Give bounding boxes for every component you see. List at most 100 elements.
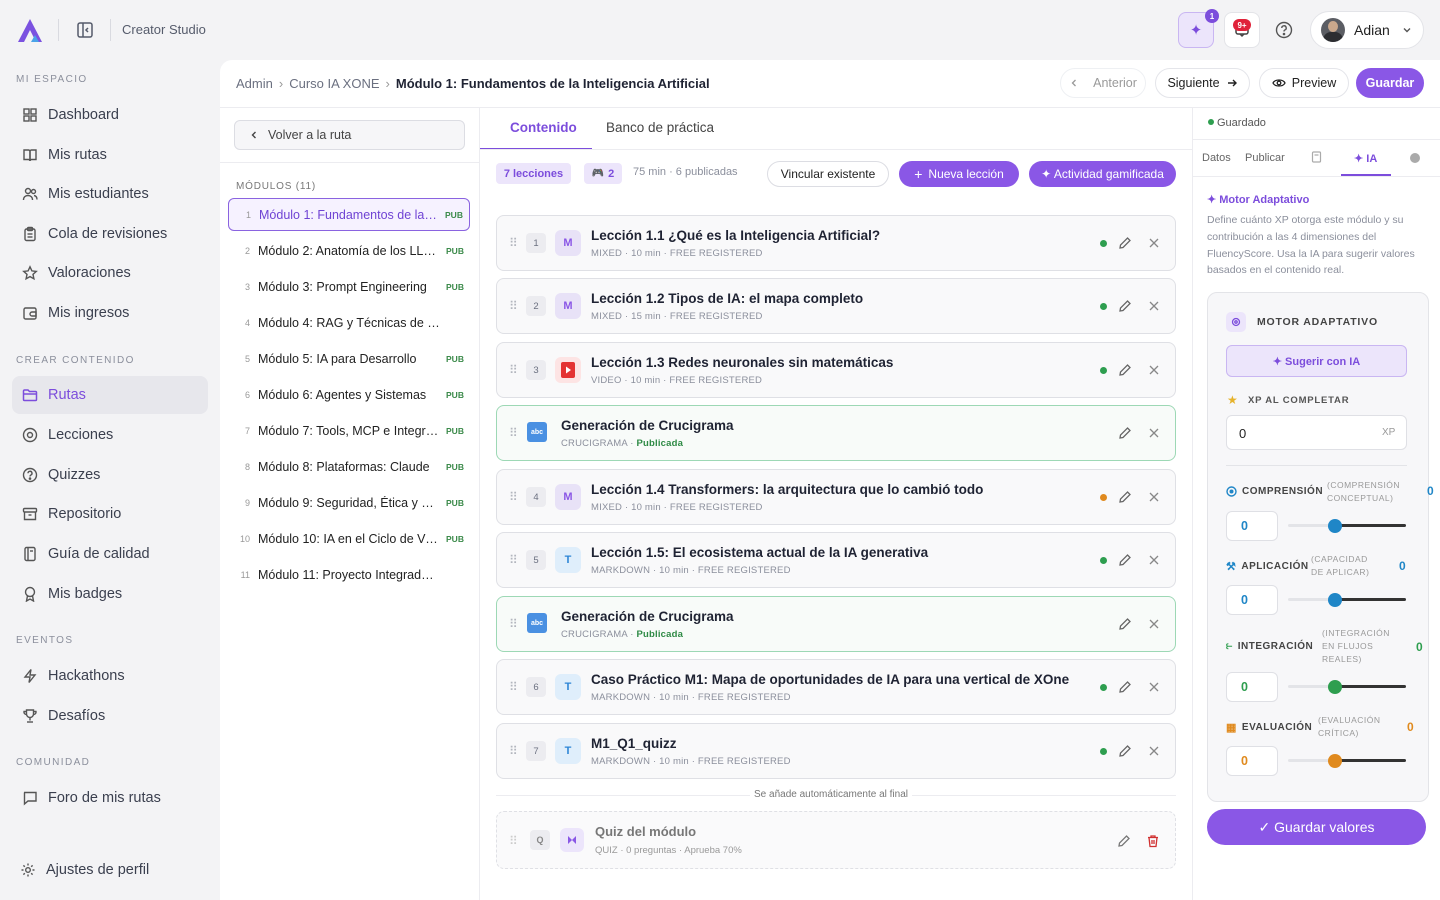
sidebar-item-guia-de-calidad[interactable]: Guía de calidad — [12, 535, 208, 573]
ai-assistant-button[interactable]: ✦ 1 — [1178, 9, 1219, 48]
breadcrumb-item[interactable]: Admin — [236, 76, 273, 91]
lesson-meta: CRUCIGRAMA · Publicada — [561, 438, 684, 449]
lesson-card[interactable]: ⠿ 5 T Lección 1.5: El ecosistema actual de … — [496, 532, 1176, 588]
new-lesson-button[interactable]: + Nueva lección — [899, 161, 1019, 187]
close-icon[interactable] — [1147, 553, 1161, 567]
tab-datos[interactable]: Datos — [1202, 152, 1231, 164]
edit-icon[interactable] — [1118, 236, 1132, 250]
drag-handle-icon[interactable]: ⠿ — [509, 744, 518, 758]
lesson-card[interactable]: ⠿ 6 T Caso Práctico M1: Mapa de oportunidad… — [496, 659, 1176, 715]
book-icon — [23, 149, 37, 162]
edit-icon[interactable] — [1118, 617, 1132, 631]
sidebar-toggle-icon[interactable] — [76, 21, 94, 39]
user-menu[interactable]: Adian — [1310, 11, 1424, 49]
drag-handle-icon[interactable]: ⠿ — [509, 426, 518, 440]
tab-publicar[interactable]: Publicar — [1245, 152, 1285, 164]
lesson-title: M1_Q1_quizz — [591, 736, 677, 751]
module-item[interactable]: 2 Módulo 2: Anatomía de los LLMs PUB — [228, 234, 470, 267]
app-logo-icon[interactable] — [14, 16, 46, 44]
drag-handle-icon[interactable]: ⠿ — [509, 236, 518, 250]
lesson-card[interactable]: ⠿ 3 Lección 1.3 Redes neuronales sin matem… — [496, 342, 1176, 398]
module-item[interactable]: 1 Módulo 1: Fundamentos de la Inteligenci… — [228, 198, 470, 231]
preview-button[interactable]: Preview — [1259, 68, 1349, 98]
lesson-card[interactable]: ⠿ 1 M Lección 1.1 ¿Qué es la Inteligencia A… — [496, 215, 1176, 271]
breadcrumb-item[interactable]: Curso IA XONE — [289, 76, 379, 91]
edit-icon[interactable] — [1118, 299, 1132, 313]
close-icon[interactable] — [1147, 617, 1161, 631]
sidebar-item-repositorio[interactable]: Repositorio — [12, 495, 208, 533]
sidebar-item-lecciones[interactable]: Lecciones — [12, 416, 208, 454]
suggest-with-ai-button[interactable]: ✦ Sugerir con IA — [1226, 345, 1407, 377]
edit-icon[interactable] — [1118, 426, 1132, 440]
edit-icon[interactable] — [1118, 490, 1132, 504]
sidebar-item-foro-de-mis-rutas[interactable]: Foro de mis rutas — [12, 779, 208, 817]
messages-button[interactable]: 9+ — [1224, 12, 1260, 48]
info-icon[interactable] — [1410, 153, 1420, 163]
module-quiz-card[interactable]: ⠿ Q Quiz del módulo QUIZ · 0 preguntas ·… — [496, 811, 1176, 869]
sidebar-item-quizzes[interactable]: Quizzes — [12, 456, 208, 494]
close-icon[interactable] — [1147, 490, 1161, 504]
close-icon[interactable] — [1147, 744, 1161, 758]
sidebar-item-desafios[interactable]: Desafíos — [12, 697, 208, 735]
drag-handle-icon[interactable]: ⠿ — [509, 299, 518, 313]
help-button[interactable] — [1270, 12, 1298, 48]
activity-card[interactable]: ⠿ abc Generación de Crucigrama CRUCIGRAMA ·… — [496, 405, 1176, 461]
activity-card[interactable]: ⠿ abc Generación de Crucigrama CRUCIGRAMA ·… — [496, 596, 1176, 652]
document-icon[interactable] — [1311, 151, 1322, 163]
module-item[interactable]: 11 Módulo 11: Proyecto Integrador Final — [228, 558, 470, 591]
plus-icon: + — [914, 166, 923, 182]
activity-type: CRUCIGRAMA — [561, 438, 628, 449]
previous-button[interactable]: Anterior — [1060, 68, 1146, 98]
sidebar-item-ajustes-de-perfil[interactable]: Ajustes de perfil — [10, 851, 206, 889]
trash-icon[interactable] — [1146, 834, 1160, 848]
sidebar-item-mis-rutas[interactable]: Mis rutas — [12, 136, 208, 174]
module-item[interactable]: 7 Módulo 7: Tools, MCP e Integraciones PUB — [228, 414, 470, 447]
tab-banco-de-practica[interactable]: Banco de práctica — [606, 120, 714, 135]
sidebar-item-mis-estudiantes[interactable]: Mis estudiantes — [12, 175, 208, 213]
drag-handle-icon[interactable]: ⠿ — [509, 617, 518, 631]
lesson-card[interactable]: ⠿ 2 M Lección 1.2 Tipos de IA: el mapa comp… — [496, 278, 1176, 334]
app-title: Creator Studio — [122, 22, 206, 37]
close-icon[interactable] — [1147, 426, 1161, 440]
sidebar-item-valoraciones[interactable]: Valoraciones — [12, 254, 208, 292]
link-existing-button[interactable]: Vincular existente — [767, 161, 889, 187]
close-icon[interactable] — [1147, 363, 1161, 377]
edit-icon[interactable] — [1117, 834, 1131, 848]
close-icon[interactable] — [1147, 236, 1161, 250]
sidebar-item-dashboard[interactable]: Dashboard — [12, 96, 208, 134]
tab-ia[interactable]: ✦ IA — [1354, 152, 1377, 165]
lesson-card[interactable]: ⠿ 4 M Lección 1.4 Transformers: la arquitec… — [496, 469, 1176, 525]
back-to-route-button[interactable]: Volver a la ruta — [234, 120, 465, 150]
close-icon[interactable] — [1147, 680, 1161, 694]
edit-icon[interactable] — [1118, 744, 1132, 758]
module-item[interactable]: 5 Módulo 5: IA para Desarrollo PUB — [228, 342, 470, 375]
edit-icon[interactable] — [1118, 680, 1132, 694]
sidebar-item-hackathons[interactable]: Hackathons — [12, 657, 208, 695]
module-item[interactable]: 9 Módulo 9: Seguridad, Ética y Gobernanza… — [228, 486, 470, 519]
edit-icon[interactable] — [1118, 363, 1132, 377]
xp-input[interactable]: 0 XP — [1226, 415, 1407, 450]
module-item[interactable]: 8 Módulo 8: Plataformas: Claude PUB — [228, 450, 470, 483]
drag-handle-icon[interactable]: ⠿ — [509, 363, 518, 377]
drag-handle-icon[interactable]: ⠿ — [509, 680, 518, 694]
tab-contenido[interactable]: Contenido — [510, 120, 577, 135]
module-number: 1 — [245, 209, 251, 220]
edit-icon[interactable] — [1118, 553, 1132, 567]
sidebar-item-rutas[interactable]: Rutas — [12, 376, 208, 414]
close-icon[interactable] — [1147, 299, 1161, 313]
sidebar-item-mis-ingresos[interactable]: Mis ingresos — [12, 294, 208, 332]
sidebar-item-mis-badges[interactable]: Mis badges — [12, 575, 208, 613]
gamified-activity-button[interactable]: ✦ Actividad gamificada — [1029, 161, 1176, 187]
module-item[interactable]: 6 Módulo 6: Agentes y Sistemas PUB — [228, 378, 470, 411]
published-label: Publicada — [636, 629, 684, 640]
drag-handle-icon[interactable]: ⠿ — [509, 553, 518, 567]
next-button[interactable]: Siguiente — [1155, 68, 1250, 98]
save-button[interactable]: Guardar — [1356, 68, 1424, 98]
module-item[interactable]: 3 Módulo 3: Prompt Engineering PUB — [228, 270, 470, 303]
module-item[interactable]: 4 Módulo 4: RAG y Técnicas de Contexto — [228, 306, 470, 339]
lesson-card[interactable]: ⠿ 7 T M1_Q1_quizz MARKDOWN · 10 min · FREE R… — [496, 723, 1176, 779]
save-values-button[interactable]: ✓ Guardar valores — [1207, 809, 1426, 845]
drag-handle-icon[interactable]: ⠿ — [509, 490, 518, 504]
sidebar-item-cola-de-revisiones[interactable]: Cola de revisiones — [12, 215, 208, 253]
module-item[interactable]: 10 Módulo 10: IA en el Ciclo de Vida PUB — [228, 522, 470, 555]
